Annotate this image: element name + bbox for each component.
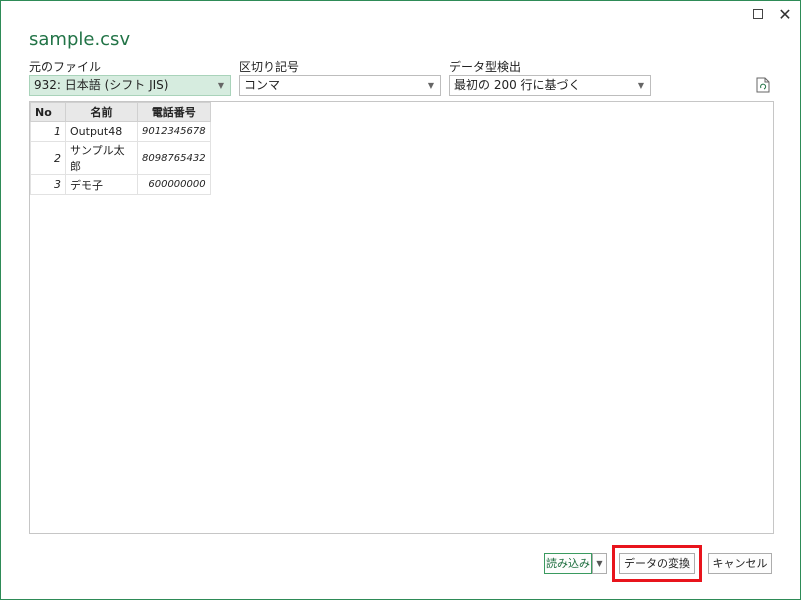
- data-type-detection-label: データ型検出: [449, 60, 522, 74]
- dialog-title: sample.csv: [29, 29, 131, 50]
- table-row: 3 デモ子 600000000: [30, 174, 211, 195]
- import-dialog: ✕ sample.csv 元のファイル 932: 日本語 (シフト JIS) ▼…: [0, 0, 801, 600]
- chevron-down-icon: ▼: [596, 559, 603, 568]
- delimiter-value: コンマ: [244, 78, 281, 92]
- column-header: 名前: [65, 102, 138, 122]
- maximize-button[interactable]: [747, 5, 769, 23]
- table-row: 1 Output48 9012345678: [30, 121, 211, 142]
- column-header: 電話番号: [137, 102, 211, 122]
- file-origin-value: 932: 日本語 (シフト JIS): [34, 78, 169, 92]
- delimiter-label: 区切り記号: [239, 60, 300, 74]
- close-button[interactable]: ✕: [774, 4, 796, 24]
- chevron-down-icon: ▼: [217, 81, 224, 90]
- chevron-down-icon: ▼: [427, 81, 434, 90]
- close-icon: ✕: [778, 4, 792, 24]
- chevron-down-icon: ▼: [637, 81, 644, 90]
- file-origin-label: 元のファイル: [29, 60, 102, 74]
- cell-no: 3: [30, 174, 66, 195]
- cell-phone: 9012345678: [137, 121, 211, 142]
- preview-table: No 名前 電話番号 1 Output48 9012345678 2 サンプル太…: [30, 102, 211, 195]
- cell-no: 2: [30, 141, 66, 175]
- refresh-file-icon[interactable]: [756, 77, 770, 93]
- cell-no: 1: [30, 121, 66, 142]
- cell-phone: 600000000: [137, 174, 211, 195]
- header-row: No 名前 電話番号: [30, 102, 211, 122]
- delimiter-select[interactable]: コンマ ▼: [239, 75, 441, 96]
- data-type-detection-value: 最初の 200 行に基づく: [454, 78, 581, 92]
- data-preview: No 名前 電話番号 1 Output48 9012345678 2 サンプル太…: [29, 101, 774, 534]
- data-type-detection-select[interactable]: 最初の 200 行に基づく ▼: [449, 75, 651, 96]
- cell-name: デモ子: [65, 174, 138, 195]
- column-header: No: [30, 102, 66, 122]
- file-origin-select[interactable]: 932: 日本語 (シフト JIS) ▼: [29, 75, 231, 96]
- highlight-box: [612, 545, 702, 582]
- cell-phone: 8098765432: [137, 141, 211, 175]
- load-button[interactable]: 読み込み: [544, 553, 592, 574]
- cell-name: Output48: [65, 121, 138, 142]
- cell-name: サンプル太郎: [65, 141, 138, 175]
- maximize-icon: [753, 9, 763, 19]
- table-row: 2 サンプル太郎 8098765432: [30, 141, 211, 175]
- load-options-button[interactable]: ▼: [592, 553, 607, 574]
- cancel-button[interactable]: キャンセル: [708, 553, 772, 574]
